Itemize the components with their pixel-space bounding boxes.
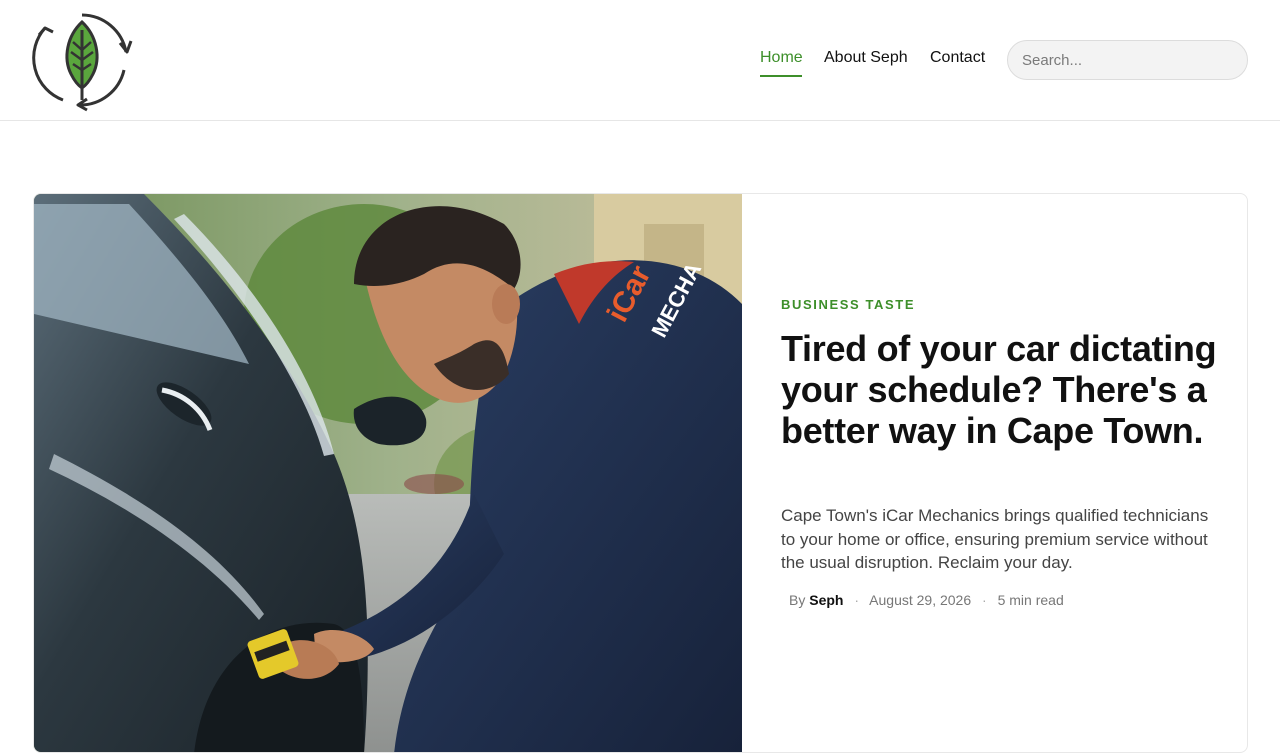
meta-separator: ·: [982, 592, 987, 608]
nav-home-link[interactable]: Home: [760, 48, 803, 68]
post-excerpt: Cape Town's iCar Mechanics brings qualif…: [781, 506, 1209, 572]
post-meta: By Seph · August 29, 2026 · 5 min read: [789, 591, 1064, 609]
search-input[interactable]: [1007, 40, 1248, 80]
site-header: Home About Seph Contact: [0, 0, 1280, 121]
post-category[interactable]: BUSINESS TASTE: [781, 297, 915, 312]
nav-contact-link[interactable]: Contact: [930, 48, 985, 68]
mechanic-hero-image[interactable]: iCar MECHA: [34, 194, 742, 753]
active-nav-indicator: [760, 75, 802, 77]
featured-post-card[interactable]: iCar MECHA BUSINESS TASTE Tired of your …: [33, 193, 1248, 753]
read-time: 5 min read: [997, 592, 1064, 608]
meta-separator: ·: [854, 592, 860, 608]
by-label: By: [789, 592, 806, 608]
post-title[interactable]: Tired of your car dictating your schedul…: [781, 328, 1221, 451]
post-author[interactable]: Seph: [809, 592, 843, 608]
post-date: August 29, 2026: [869, 592, 972, 608]
nav-about-link[interactable]: About Seph: [824, 48, 908, 68]
